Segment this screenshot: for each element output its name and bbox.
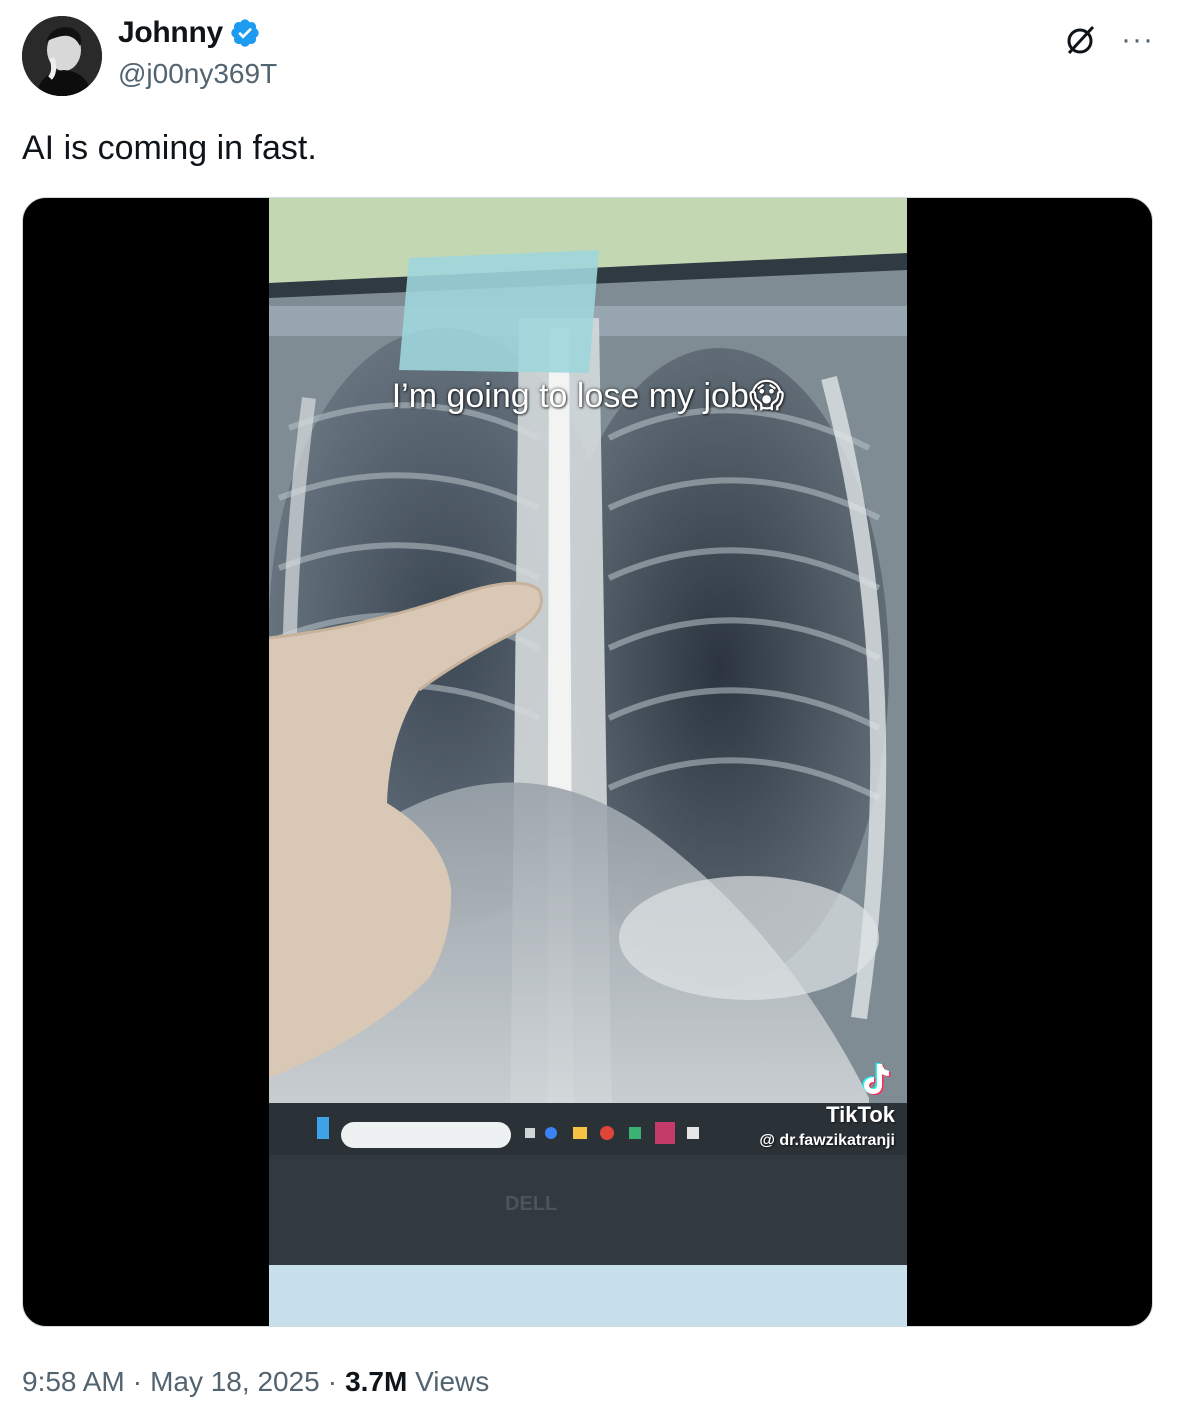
tiktok-label: TikTok <box>826 1102 895 1127</box>
avatar-image <box>22 16 102 96</box>
video-caption: I’m going to lose my job😱 <box>391 377 785 415</box>
video-frame[interactable]: DELL I’m going to lose my job😱 TikTok @ … <box>269 198 907 1326</box>
views-label: Views <box>415 1366 490 1397</box>
verified-badge-icon <box>231 19 259 47</box>
tiktok-watermark: TikTok @ dr.fawzikatranji <box>759 1060 895 1150</box>
author-handle[interactable]: @j00ny369T <box>118 58 277 90</box>
top-actions: ··· <box>1063 22 1154 58</box>
tweet-date[interactable]: May 18, 2025 <box>150 1366 320 1397</box>
tweet-time[interactable]: 9:58 AM <box>22 1366 125 1397</box>
video-player[interactable]: DELL I’m going to lose my job😱 TikTok @ … <box>22 197 1153 1327</box>
tweet-text: AI is coming in fast. <box>22 129 317 167</box>
tiktok-username: @ dr.fawzikatranji <box>759 1132 895 1149</box>
tweet-metadata: 9:58 AM · May 18, 2025 · 3.7M Views <box>22 1366 490 1397</box>
author-name-row[interactable]: Johnny <box>118 16 261 50</box>
grok-icon[interactable] <box>1063 22 1099 58</box>
tiktok-icon <box>862 1063 891 1095</box>
avatar[interactable] <box>22 16 102 96</box>
xray-video-still: DELL <box>269 198 907 1326</box>
more-options-icon[interactable]: ··· <box>1121 25 1154 55</box>
monitor-brand: DELL <box>505 1193 557 1215</box>
display-name[interactable]: Johnny <box>118 16 223 50</box>
views-count: 3.7M <box>345 1366 408 1397</box>
